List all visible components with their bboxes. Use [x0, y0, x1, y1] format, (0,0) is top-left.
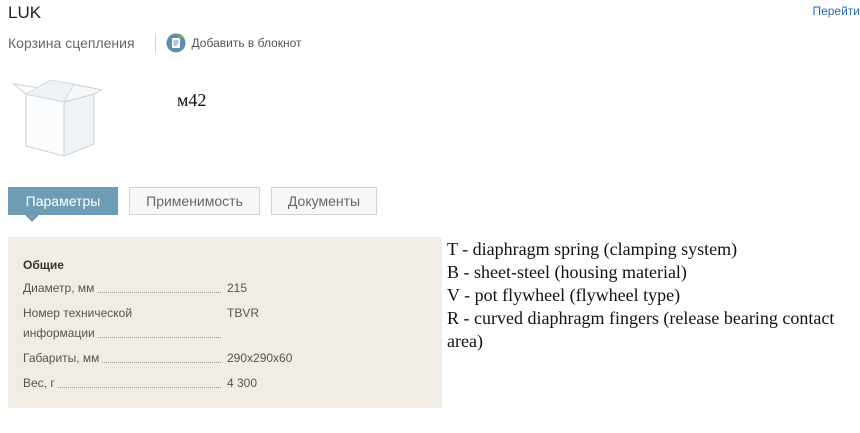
designation-notes: T - diaphragm spring (clamping system) B… — [447, 238, 857, 353]
tab-parameters[interactable]: Параметры — [8, 187, 118, 222]
tab-bar: Параметры Применимость Документы — [8, 187, 388, 222]
part-number: м42 — [177, 90, 207, 110]
param-value: 4 300 — [227, 376, 258, 390]
param-label: Вес, г — [23, 373, 221, 393]
param-value: TBVR — [227, 306, 260, 320]
tab-applicability[interactable]: Применимость — [129, 187, 260, 215]
notebook-label: Добавить в блокнот — [191, 36, 302, 50]
add-to-notebook-button[interactable]: Добавить в блокнот — [166, 33, 302, 53]
note-line: R - curved diaphragm fingers (release be… — [447, 308, 835, 351]
notebook-add-icon — [166, 33, 186, 53]
parameters-panel: Общие Диаметр, мм 215 Номер технической … — [8, 237, 442, 408]
note-line: T - diaphragm spring (clamping system) — [447, 239, 738, 259]
divider — [154, 33, 156, 53]
brand-name: LUK — [8, 3, 42, 22]
param-value: 290x290x60 — [227, 351, 293, 365]
param-label: Габариты, мм — [23, 348, 221, 368]
box-icon — [12, 76, 104, 160]
subheader: Корзина сцепления Добавить в блокнот — [8, 33, 302, 53]
param-label: Диаметр, мм — [23, 278, 221, 298]
note-line: B - sheet-steel (housing material) — [447, 262, 687, 282]
note-line: V - pot flywheel (flywheel type) — [447, 285, 681, 305]
tab-documents[interactable]: Документы — [271, 187, 377, 215]
product-type: Корзина сцепления — [8, 35, 135, 51]
group-title: Общие — [23, 258, 64, 272]
param-label: Номер технической информации — [23, 303, 221, 343]
goto-link[interactable]: Перейти — [812, 4, 860, 18]
param-value: 215 — [227, 281, 248, 295]
